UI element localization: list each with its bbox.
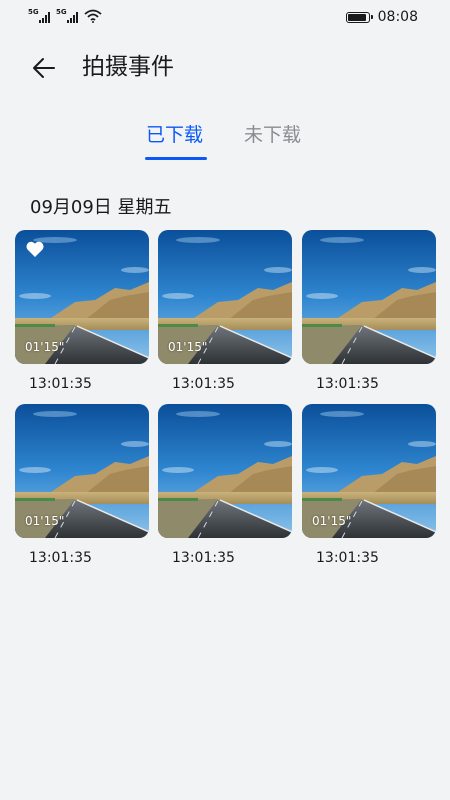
tab-not-downloaded[interactable]: 未下载 xyxy=(244,122,301,148)
status-bar: 5G 5G 08:08 xyxy=(0,0,450,36)
event-thumbnail[interactable]: 01'15" xyxy=(15,230,149,364)
road-scene-thumbnail xyxy=(302,230,436,364)
tab-indicator xyxy=(145,157,207,160)
event-time: 13:01:35 xyxy=(316,550,379,566)
event-time: 13:01:35 xyxy=(29,550,92,566)
event-time: 13:01:35 xyxy=(29,376,92,392)
event-thumbnail[interactable]: 01'15" xyxy=(302,404,436,538)
signal-sim2-icon: 5G xyxy=(56,8,78,23)
favorite-heart-icon[interactable] xyxy=(25,240,45,258)
page-title: 拍摄事件 xyxy=(82,54,174,80)
header: 拍摄事件 xyxy=(0,44,450,92)
video-duration: 01'15" xyxy=(25,514,65,528)
arrow-left-icon xyxy=(33,58,55,78)
wifi-icon xyxy=(84,9,102,23)
signal-sim1-icon: 5G xyxy=(28,8,50,23)
road-scene-thumbnail xyxy=(158,404,292,538)
event-thumbnail[interactable] xyxy=(302,230,436,364)
tab-bar: 已下载 未下载 xyxy=(0,118,450,162)
video-duration: 01'15" xyxy=(168,340,208,354)
event-time: 13:01:35 xyxy=(316,376,379,392)
battery-icon xyxy=(345,11,373,23)
sim2-network-label: 5G xyxy=(56,8,67,16)
event-time: 13:01:35 xyxy=(172,376,235,392)
back-button[interactable] xyxy=(26,50,62,86)
event-thumbnail[interactable]: 01'15" xyxy=(15,404,149,538)
sim1-network-label: 5G xyxy=(28,8,39,16)
status-time: 08:08 xyxy=(377,9,418,25)
event-thumbnail[interactable]: 01'15" xyxy=(158,230,292,364)
event-thumbnail[interactable] xyxy=(158,404,292,538)
date-group-header: 09月09日 星期五 xyxy=(30,197,172,218)
video-duration: 01'15" xyxy=(312,514,352,528)
tab-downloaded[interactable]: 已下载 xyxy=(146,122,203,148)
event-time: 13:01:35 xyxy=(172,550,235,566)
video-duration: 01'15" xyxy=(25,340,65,354)
